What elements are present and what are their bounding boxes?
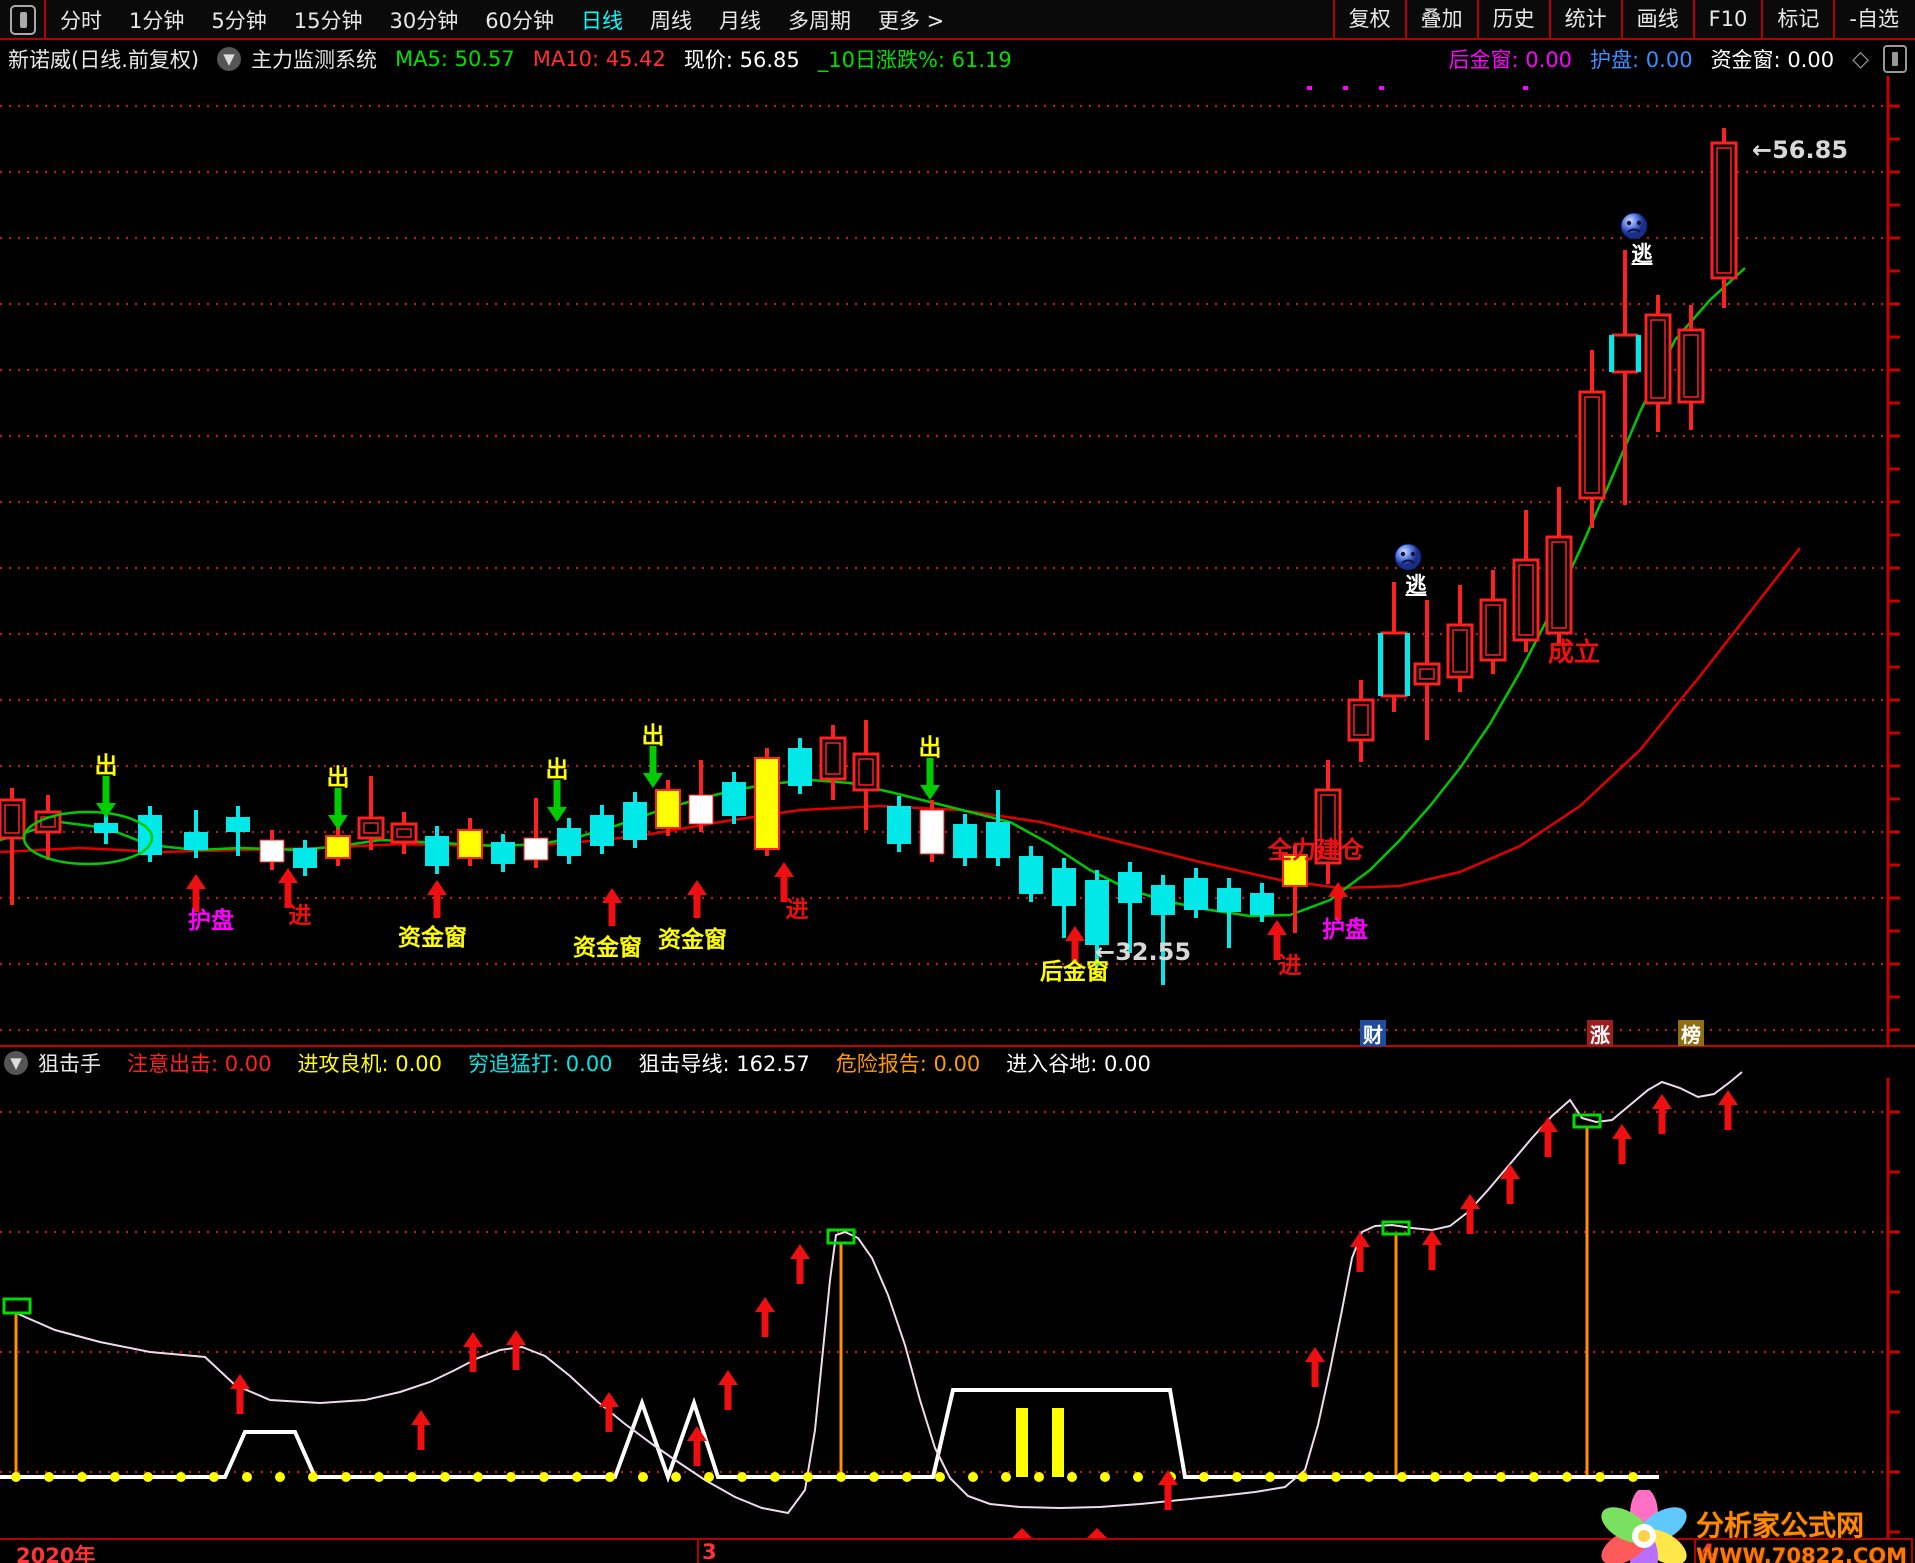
price-label: ←56.85 — [1752, 136, 1848, 164]
sub-indicator-title: 狙击手 — [38, 1048, 101, 1078]
sub-header-field-5: 进入谷地: 0.00 — [1006, 1048, 1151, 1078]
badge-榜[interactable]: 榜 — [1678, 1020, 1704, 1046]
menu-button-5[interactable]: F10 — [1693, 0, 1762, 38]
watermark-site-url: WWW.70822.COM — [1696, 1544, 1907, 1563]
zijinchuang-label: 资金窗 — [658, 920, 727, 954]
menu-item-0[interactable]: 分时 — [60, 5, 102, 35]
menu-item-1[interactable]: 1分钟 — [129, 5, 184, 35]
watermark: 分析家公式网 WWW.70822.COM — [1598, 1490, 1907, 1563]
sell-signal-label: 出 — [327, 758, 350, 792]
escape-label: 逃 — [1632, 238, 1653, 268]
panel-icon[interactable] — [1883, 45, 1907, 73]
quote-field-2: 主力监测系统 — [251, 44, 377, 74]
sell-signal-label: 出 — [642, 716, 665, 750]
quote-field-5: 现价: 56.85 — [684, 44, 800, 74]
menu-button-4[interactable]: 画线 — [1621, 0, 1693, 38]
sell-signal-label: 出 — [919, 728, 942, 762]
menu-underline — [0, 38, 1915, 40]
menu-button-1[interactable]: 叠加 — [1405, 0, 1477, 38]
indicator-values: 后金窗: 0.00 护盘: 0.00 资金窗: 0.00 ◇ — [1449, 42, 1907, 76]
zijinchuang-label: 资金窗 — [573, 928, 642, 962]
sell-signal-label: 出 — [546, 750, 569, 784]
indicator-field-1: 护盘: 0.00 — [1590, 44, 1693, 74]
sub-indicator-header: ▼ 狙击手 注意出击: 0.00 进攻良机: 0.00 穷追猛打: 0.00 狙击导线… — [0, 1048, 1915, 1078]
axis-year-label: 2020年 — [16, 1540, 95, 1563]
top-menu-bar: 分时 1分钟 5分钟 15分钟 30分钟 60分钟日线周线月线多周期更多 > 复权叠加历史… — [0, 0, 1915, 40]
quote-field-4: MA10: 45.42 — [533, 47, 666, 71]
menu-button-3[interactable]: 统计 — [1549, 0, 1621, 38]
chevron-down-icon[interactable]: ▼ — [217, 47, 241, 71]
sad-face-icon — [1394, 543, 1422, 571]
buy-signal-label: 进 — [289, 896, 312, 930]
menu-divider — [44, 0, 46, 40]
tool-menu: 复权叠加历史统计画线F10标记-自选 — [1333, 0, 1913, 38]
menu-item-6[interactable]: 日线 — [581, 5, 623, 35]
trading-terminal: { "menu_bar": { "items": [ {"label":"分时"… — [0, 0, 1915, 1563]
menu-item-2[interactable]: 5分钟 — [211, 5, 266, 35]
menu-item-4[interactable]: 30分钟 — [389, 5, 458, 35]
quote-field-0: 新诺威(日线.前复权) — [8, 44, 199, 74]
sub-header-field-1: 进攻良机: 0.00 — [298, 1048, 443, 1078]
zijinchuang-label: 资金窗 — [398, 918, 467, 952]
quote-field-3: MA5: 50.57 — [395, 47, 515, 71]
menu-item-10[interactable]: 更多 > — [878, 5, 944, 35]
quote-field-6: _10日涨跌%: 61.19 — [818, 44, 1012, 74]
chevron-down-icon[interactable]: ▼ — [4, 1051, 28, 1075]
flower-icon — [1598, 1490, 1690, 1563]
chengli-label: 成立 — [1548, 632, 1600, 669]
sub-header-field-2: 穷追猛打: 0.00 — [468, 1048, 613, 1078]
sub-header-field-3: 狙击导线: 162.57 — [639, 1048, 810, 1078]
indicator-field-0: 后金窗: 0.00 — [1449, 44, 1573, 74]
quanli-jiancang-label: 全力建仓 — [1268, 830, 1364, 865]
hupan-label: 护盘 — [188, 901, 234, 935]
indicator-field-2: 资金窗: 0.00 — [1711, 44, 1835, 74]
escape-label: 逃 — [1406, 569, 1427, 599]
sub-header-field-0: 注意出击: 0.00 — [127, 1048, 272, 1078]
buy-signal-label: 进 — [786, 890, 809, 924]
menu-button-6[interactable]: 标记 — [1761, 0, 1833, 38]
badge-财[interactable]: 财 — [1360, 1020, 1386, 1046]
sell-signal-label: 出 — [95, 746, 118, 780]
menu-button-2[interactable]: 历史 — [1477, 0, 1549, 38]
axis-divider — [697, 1540, 699, 1563]
menu-item-7[interactable]: 周线 — [650, 5, 692, 35]
axis-month-label: 3 — [702, 1540, 717, 1563]
sub-header-field-4: 危险报告: 0.00 — [836, 1048, 981, 1078]
buy-signal-label: 进 — [1279, 946, 1302, 980]
menu-item-5[interactable]: 60分钟 — [485, 5, 554, 35]
menu-item-8[interactable]: 月线 — [719, 5, 761, 35]
window-icon[interactable] — [10, 5, 36, 35]
menu-item-9[interactable]: 多周期 — [788, 5, 851, 35]
menu-button-0[interactable]: 复权 — [1333, 0, 1405, 38]
quote-info-bar: 新诺威(日线.前复权) ▼ 主力监测系统 MA5: 50.57 MA10: 45.42 现… — [0, 42, 1915, 76]
quote-fields: 新诺威(日线.前复权) ▼ 主力监测系统 MA5: 50.57 MA10: 45.42 现… — [0, 44, 1030, 74]
watermark-site-name: 分析家公式网 — [1696, 1504, 1907, 1544]
sad-face-icon — [1620, 212, 1648, 240]
menu-item-3[interactable]: 15分钟 — [294, 5, 363, 35]
diamond-icon[interactable]: ◇ — [1852, 47, 1869, 72]
price-label: ←32.55 — [1095, 938, 1191, 966]
menu-button-7[interactable]: -自选 — [1833, 0, 1913, 38]
period-menu: 分时 1分钟 5分钟 15分钟 30分钟 60分钟日线周线月线多周期更多 > — [60, 5, 971, 35]
badge-涨[interactable]: 涨 — [1587, 1020, 1613, 1046]
hupan-label: 护盘 — [1322, 910, 1368, 944]
